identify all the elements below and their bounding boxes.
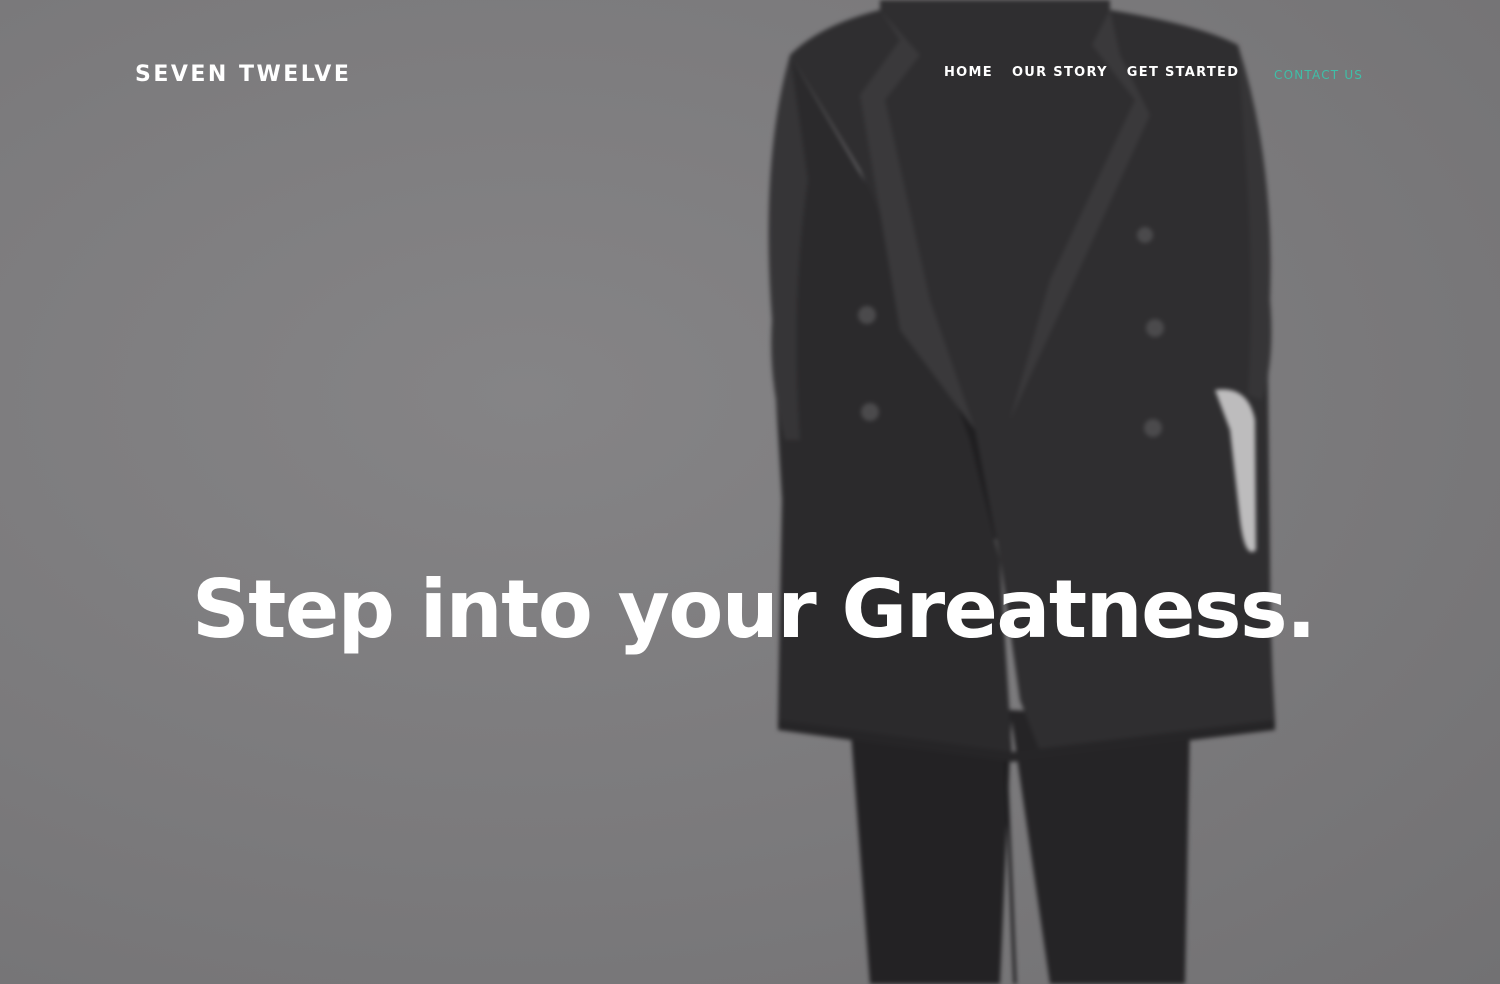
nav-home-link[interactable]: HOME [944,63,993,83]
contact-us-button[interactable]: CONTACT US [1274,66,1363,84]
nav-get-started-link[interactable]: GET STARTED [1127,63,1240,83]
hero-section: SEVEN TWELVE HOME OUR STORY GET STARTED … [0,0,1500,984]
site-header: SEVEN TWELVE HOME OUR STORY GET STARTED … [0,0,1500,150]
main-nav: HOME OUR STORY GET STARTED [944,63,1239,83]
nav-our-story-link[interactable]: OUR STORY [1012,63,1108,83]
site-logo[interactable]: SEVEN TWELVE [135,60,351,90]
hero-headline: Step into your Greatness. [192,563,1316,656]
